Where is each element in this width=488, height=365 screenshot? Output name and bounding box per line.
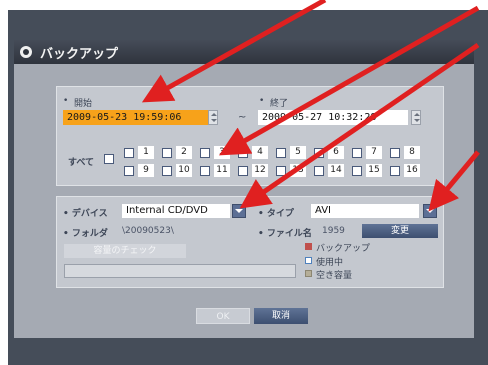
channel-label-16: 16 [404, 164, 420, 177]
all-channels-label: すべて [68, 158, 95, 168]
window-title: バックアップ [40, 47, 119, 62]
end-spinner[interactable] [411, 110, 421, 125]
channel-label-5: 5 [290, 146, 306, 159]
channel-label-10: 10 [176, 164, 192, 177]
legend-backup-label: バックアップ [316, 244, 371, 254]
type-dropdown-arrow[interactable] [423, 204, 437, 218]
start-spinner[interactable] [208, 110, 218, 125]
channel-label-2: 2 [176, 146, 192, 159]
channel-label-13: 13 [290, 164, 306, 177]
end-datetime-field[interactable]: 2009-05-27 10:32:28 [258, 110, 408, 125]
channel-label-14: 14 [328, 164, 344, 177]
channel-label-6: 6 [328, 146, 344, 159]
channel-checkbox-1[interactable] [124, 148, 134, 158]
end-bullet: • [259, 96, 265, 106]
channel-label-11: 11 [214, 164, 230, 177]
cancel-button[interactable]: 取消 [254, 308, 308, 324]
device-select[interactable]: Internal CD/DVD [122, 204, 230, 218]
time-channel-panel [56, 86, 444, 186]
capacity-bar [64, 264, 296, 278]
filename-label: ファイル名 [266, 229, 312, 239]
channel-checkbox-10[interactable] [162, 166, 172, 176]
title-bar: バックアップ [14, 40, 474, 64]
start-datetime-field[interactable]: 2009-05-23 19:59:06 [63, 110, 208, 125]
channel-checkbox-2[interactable] [162, 148, 172, 158]
change-button[interactable]: 変更 [362, 224, 438, 238]
end-label: 終了 [270, 99, 289, 109]
channel-label-7: 7 [366, 146, 382, 159]
channel-checkbox-15[interactable] [352, 166, 362, 176]
device-dropdown-arrow[interactable] [232, 204, 246, 218]
channel-checkbox-14[interactable] [314, 166, 324, 176]
channel-checkbox-4[interactable] [238, 148, 248, 158]
ok-button[interactable]: OK [196, 308, 250, 324]
legend-free-label: 空き容量 [316, 271, 353, 281]
channel-label-4: 4 [252, 146, 268, 159]
channel-checkbox-13[interactable] [276, 166, 286, 176]
channel-checkbox-11[interactable] [200, 166, 210, 176]
channel-label-8: 8 [404, 146, 420, 159]
channel-label-15: 15 [366, 164, 382, 177]
type-select[interactable]: AVI [311, 204, 419, 218]
channel-checkbox-16[interactable] [390, 166, 400, 176]
legend-backup-swatch [305, 243, 312, 250]
filename-label-text: • ファイル名 [258, 229, 312, 239]
device-label-text: • デバイス [63, 209, 108, 219]
channel-checkbox-6[interactable] [314, 148, 324, 158]
channel-checkbox-7[interactable] [352, 148, 362, 158]
all-channels-checkbox[interactable] [104, 154, 114, 164]
filename-value: 1959 [322, 226, 345, 236]
start-label: 開始 [74, 99, 93, 109]
legend-used-label: 使用中 [316, 258, 344, 268]
type-label-text: • タイプ [258, 209, 294, 219]
channel-label-3: 3 [214, 146, 230, 159]
channel-checkbox-3[interactable] [200, 148, 210, 158]
legend-free-swatch [305, 270, 312, 277]
channel-checkbox-5[interactable] [276, 148, 286, 158]
type-label: タイプ [266, 209, 294, 219]
title-icon [20, 46, 32, 58]
channel-label-9: 9 [138, 164, 154, 177]
start-bullet: • [63, 96, 69, 106]
channel-label-1: 1 [138, 146, 154, 159]
folder-label-text: • フォルダ [63, 229, 108, 239]
capacity-check-button[interactable]: 容量のチェック [64, 244, 186, 258]
device-label: デバイス [71, 209, 108, 219]
channel-checkbox-8[interactable] [390, 148, 400, 158]
channel-checkbox-9[interactable] [124, 166, 134, 176]
range-separator: ~ [238, 112, 247, 123]
folder-label: フォルダ [71, 229, 108, 239]
folder-value: \20090523\ [122, 226, 174, 236]
channel-checkbox-12[interactable] [238, 166, 248, 176]
legend-used-swatch [305, 257, 312, 264]
channel-label-12: 12 [252, 164, 268, 177]
